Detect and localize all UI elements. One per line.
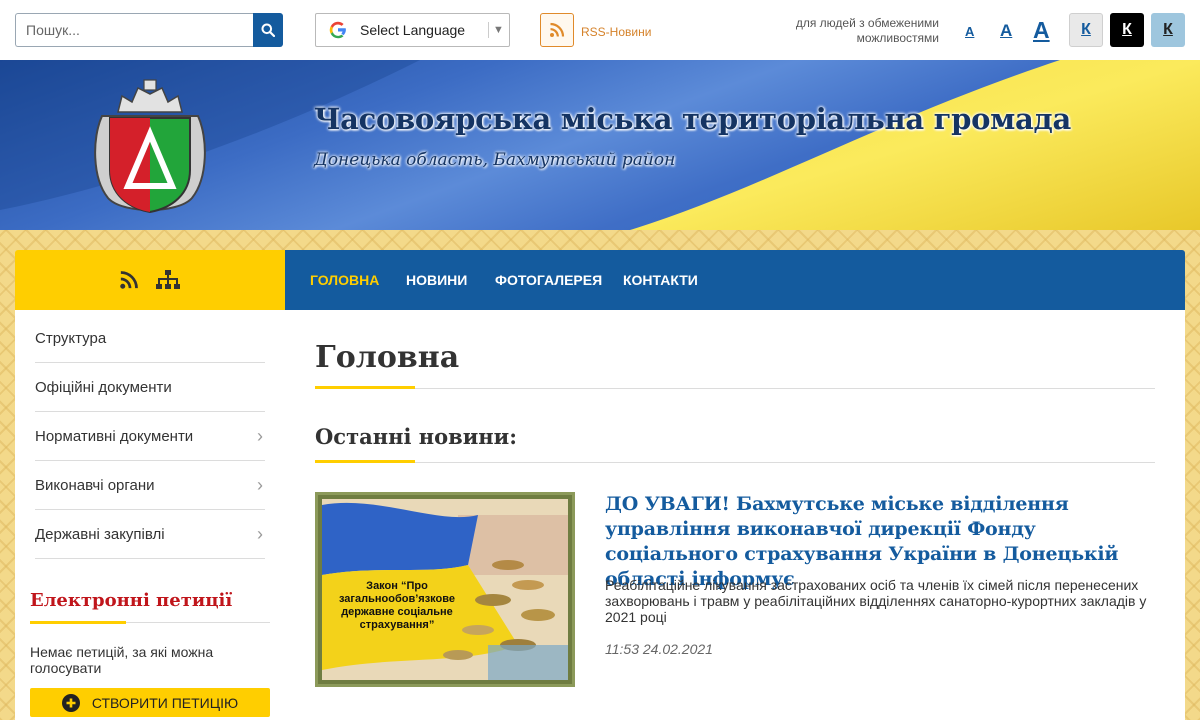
nav-item-news[interactable]: НОВИНИ <box>406 272 467 288</box>
main-nav: ГОЛОВНА НОВИНИ ФОТОГАЛЕРЕЯ КОНТАКТИ <box>285 250 1185 310</box>
accessibility-label: для людей з обмеженими можливостями <box>795 16 939 45</box>
font-size-small-button[interactable]: A <box>965 24 974 39</box>
news-thumbnail[interactable]: Закон “Про загальнообов’язкове державне … <box>315 492 575 687</box>
sidebar-header <box>15 250 285 310</box>
top-bar: Select Language ▼ RSS-Новини для людей з… <box>0 0 1200 60</box>
petitions-title[interactable]: Електронні петиції <box>30 590 232 611</box>
sidebar-item-label: Нормативні документи <box>35 427 194 445</box>
nav-item-home[interactable]: ГОЛОВНА <box>310 272 379 288</box>
sidebar-item-label: Офіційні документи <box>35 378 172 396</box>
sidebar-menu: Структура Офіційні документи Нормативні … <box>35 314 265 559</box>
search-button[interactable] <box>253 13 283 47</box>
nav-item-contacts[interactable]: КОНТАКТИ <box>623 272 698 288</box>
google-icon <box>316 21 360 39</box>
chevron-right-icon: › <box>257 474 263 495</box>
news-lead: Реабілітаційне лікування застрахованих о… <box>605 577 1147 625</box>
title-accent <box>315 460 415 463</box>
rss-link[interactable]: RSS-Новини <box>581 25 651 39</box>
header-banner: Часовоярська міська територіальна громад… <box>0 60 1200 230</box>
sidebar-item-normative-documents[interactable]: Нормативні документи › <box>35 412 265 461</box>
rss-button[interactable] <box>540 13 574 47</box>
sidebar-item-label: Державні закупівлі <box>35 525 165 543</box>
petitions-empty-text: Немає петицій, за які можна голосувати <box>30 644 214 676</box>
search-form <box>15 13 283 47</box>
section-title: Останні новини: <box>315 424 517 449</box>
sitemap-icon[interactable] <box>155 269 181 291</box>
plus-circle-icon <box>61 693 80 712</box>
font-size-large-button[interactable]: A <box>1033 17 1050 44</box>
news-date: 11:53 24.02.2021 <box>605 641 713 657</box>
sidebar-item-label: Виконавчі органи <box>35 476 155 494</box>
sidebar-item-executive-bodies[interactable]: Виконавчі органи › <box>35 461 265 510</box>
sidebar-item-official-documents[interactable]: Офіційні документи <box>35 363 265 412</box>
language-select[interactable]: Select Language ▼ <box>315 13 510 47</box>
rss-icon <box>550 22 565 37</box>
coat-of-arms-logo[interactable] <box>92 78 208 220</box>
contrast-default-button[interactable]: К <box>1069 13 1103 47</box>
dropdown-arrow-icon: ▼ <box>493 24 504 36</box>
divider <box>315 462 1155 463</box>
rss-icon[interactable] <box>119 270 139 290</box>
sidebar-item-structure[interactable]: Структура <box>35 314 265 363</box>
sidebar: Структура Офіційні документи Нормативні … <box>15 310 285 720</box>
create-petition-button[interactable]: СТВОРИТИ ПЕТИЦІЮ <box>30 688 270 717</box>
title-accent <box>30 621 126 624</box>
site-subtitle: Донецька область, Бахмутський район <box>314 150 676 170</box>
divider <box>488 22 489 38</box>
contrast-dark-button[interactable]: К <box>1110 13 1144 47</box>
sidebar-item-label: Структура <box>35 329 107 347</box>
search-icon <box>261 23 275 37</box>
language-select-label: Select Language <box>360 22 466 38</box>
contrast-blue-button[interactable]: К <box>1151 13 1185 47</box>
search-input[interactable] <box>15 13 253 47</box>
site-title[interactable]: Часовоярська міська територіальна громад… <box>314 102 1071 136</box>
main-content: Головна Останні новини: Закон “Про загал… <box>285 310 1185 720</box>
create-petition-label: СТВОРИТИ ПЕТИЦІЮ <box>91 694 239 711</box>
page-title: Головна <box>315 340 460 375</box>
font-size-medium-button[interactable]: A <box>1000 21 1012 41</box>
sidebar-item-public-procurement[interactable]: Державні закупівлі › <box>35 510 265 559</box>
chevron-right-icon: › <box>257 523 263 544</box>
nav-item-gallery[interactable]: ФОТОГАЛЕРЕЯ <box>495 272 602 288</box>
chevron-right-icon: › <box>257 425 263 446</box>
divider <box>315 388 1155 389</box>
title-accent <box>315 386 415 389</box>
news-image-caption: Закон “Про загальнообов’язкове державне … <box>338 580 455 631</box>
